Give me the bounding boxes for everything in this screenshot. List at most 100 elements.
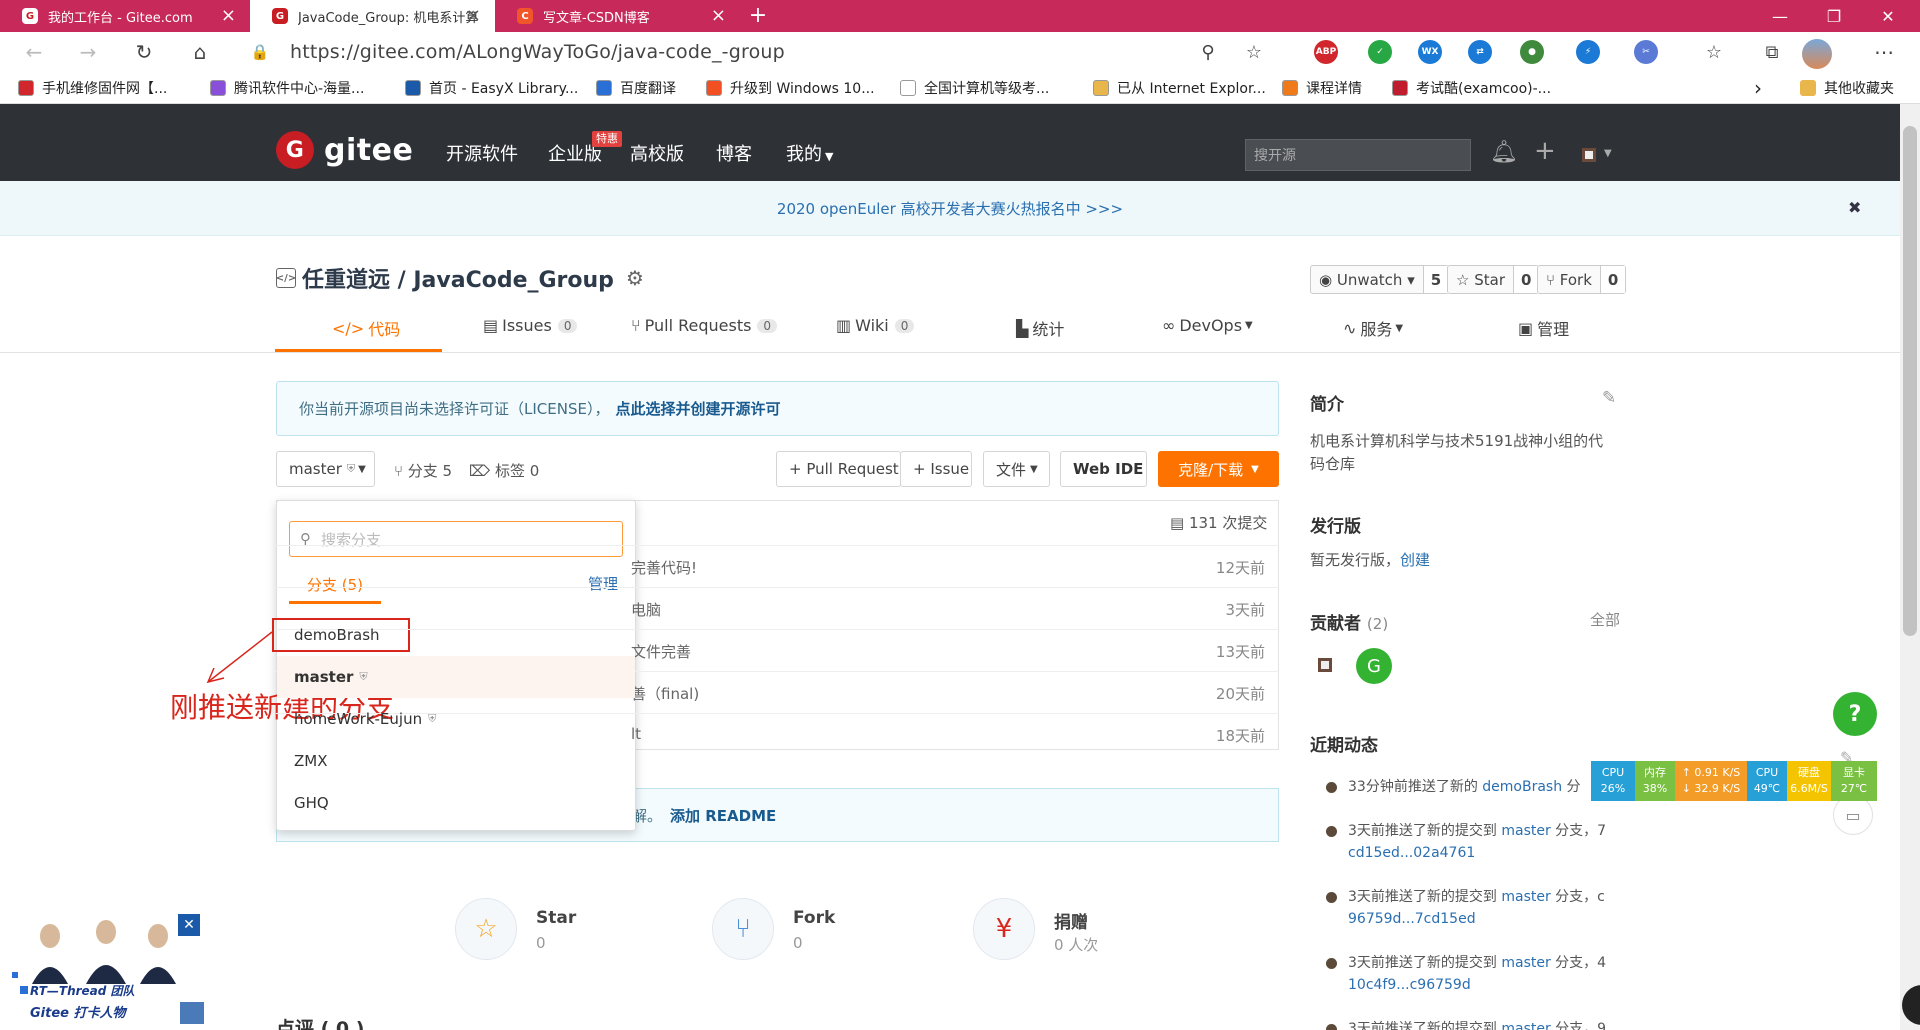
branch-item[interactable]: GHQ — [277, 782, 635, 824]
new-pull-request-button[interactable]: + Pull Request — [776, 451, 901, 487]
license-link[interactable]: 点此选择并创建开源许可 — [615, 398, 780, 419]
nav-blog[interactable]: 博客 — [716, 140, 752, 166]
branches-count-link[interactable]: ⑂ 分支 5 — [394, 460, 452, 481]
url-field[interactable]: https://gitee.com/ALongWayToGo/java-code… — [290, 38, 1330, 66]
tab-devops[interactable]: ∞ DevOps ▼ — [1162, 316, 1253, 335]
tab-close-icon[interactable]: × — [221, 6, 236, 26]
new-tab-button[interactable]: + — [744, 4, 772, 28]
collections-icon[interactable]: ⧉ — [1758, 38, 1786, 66]
extension-icon[interactable]: ABP — [1314, 40, 1338, 64]
tab-manage[interactable]: ▣ 管理 — [1518, 316, 1569, 340]
edit-icon[interactable]: ✎ — [1602, 388, 1616, 408]
bookmark-item[interactable]: 首页 - EasyX Library... — [405, 72, 578, 104]
commit-row[interactable]: 完善代码! 12天前 — [276, 545, 1279, 587]
bookmark-item[interactable]: 百度翻译 — [596, 72, 676, 104]
activity-branch-link[interactable]: master — [1501, 955, 1550, 971]
star-button[interactable]: ☆ Star 0 — [1447, 265, 1540, 294]
tab-code[interactable]: </> 代码 — [332, 316, 400, 340]
help-button[interactable]: ? — [1833, 692, 1877, 736]
branch-item[interactable]: ZMX — [277, 740, 635, 782]
tab-close-icon[interactable]: × — [711, 6, 726, 26]
scrollbar-thumb[interactable] — [1903, 126, 1917, 636]
extension-icon[interactable]: ✓ — [1368, 40, 1392, 64]
create-release-link[interactable]: 创建 — [1400, 551, 1430, 569]
browser-tab-javacode[interactable]: G JavaCode_Group: 机电系计算机科 × — [250, 0, 495, 32]
tab-wiki[interactable]: ▥ Wiki 0 — [836, 316, 915, 335]
web-ide-button[interactable]: Web IDE — [1060, 451, 1147, 487]
video-overlay[interactable]: RT—Thread 团队 Gitee 打卡人物 ✕ — [10, 906, 210, 1024]
bookmark-item[interactable]: 课程详情 — [1282, 72, 1362, 104]
favorites-bar-icon[interactable]: ☆ — [1700, 38, 1728, 66]
tab-issues[interactable]: ▤ Issues 0 — [483, 316, 578, 335]
bookmark-item[interactable]: 腾讯软件中心-海量... — [210, 72, 364, 104]
forward-arrow-icon[interactable]: → — [74, 38, 102, 66]
social-label[interactable]: Star — [536, 908, 576, 928]
other-bookmarks-folder[interactable]: 其他收藏夹 — [1800, 72, 1894, 104]
tab-close-icon[interactable]: × — [466, 6, 481, 26]
branch-select-button[interactable]: master ⛨ ▼ — [276, 451, 375, 487]
commit-count-link[interactable]: ▤ 131 次提交 — [1170, 512, 1267, 533]
caret-down-icon[interactable]: ▼ — [1604, 148, 1612, 159]
chat-icon[interactable]: ▭ — [1833, 795, 1873, 835]
activity-commit-range-link[interactable]: 10c4f9...c96759d — [1348, 977, 1471, 993]
social-star-icon[interactable]: ☆ — [455, 898, 517, 960]
tab-pull-requests[interactable]: ⑂ Pull Requests 0 — [631, 316, 778, 335]
file-menu-button[interactable]: 文件 ▼ — [983, 451, 1050, 487]
activity-branch-link[interactable]: demoBrash — [1482, 779, 1562, 795]
contributor-avatar[interactable]: G — [1356, 648, 1392, 684]
gitee-search-input[interactable]: 搜开源 — [1245, 139, 1471, 171]
gitee-logo[interactable]: G gitee — [276, 131, 413, 169]
zoom-icon[interactable]: ⚲ — [1194, 38, 1222, 66]
tab-stats[interactable]: ▙ 统计 — [1016, 316, 1064, 340]
extension-icon[interactable]: WX — [1418, 40, 1442, 64]
extension-icon[interactable]: ⚡ — [1576, 40, 1600, 64]
lock-icon[interactable]: 🔒 — [246, 38, 274, 66]
social-label[interactable]: 捐赠 — [1054, 908, 1088, 933]
minimize-button[interactable]: — — [1752, 0, 1808, 32]
activity-branch-link[interactable]: master — [1501, 889, 1550, 905]
contributors-all-link[interactable]: 全部 — [1590, 609, 1620, 630]
extension-icon[interactable]: ● — [1520, 40, 1544, 64]
tags-count-link[interactable]: ⌦ 标签 0 — [469, 460, 539, 481]
social-label[interactable]: Fork — [793, 908, 835, 928]
more-menu-icon[interactable]: ⋯ — [1870, 38, 1898, 66]
activity-commit-range-link[interactable]: cd15ed...02a4761 — [1348, 845, 1475, 861]
refresh-icon[interactable]: ↻ — [130, 38, 158, 66]
announcement-banner[interactable]: 2020 openEuler 高校开发者大赛火热报名中 >>> — [0, 181, 1900, 236]
repo-title-text[interactable]: 任重道远 / JavaCode_Group — [302, 262, 614, 294]
branch-item[interactable]: demoBrash — [277, 614, 635, 656]
clone-download-button[interactable]: 克隆/下载 ▼ — [1158, 451, 1279, 487]
browser-tab-csdn[interactable]: C 写文章-CSDN博客 × — [495, 0, 740, 32]
favorite-star-icon[interactable]: ☆ — [1240, 38, 1268, 66]
social-捐赠-icon[interactable]: ¥ — [973, 898, 1035, 960]
add-readme-link[interactable]: 添加 README — [670, 805, 776, 826]
social-fork-icon[interactable]: ⑂ — [712, 898, 774, 960]
bookmark-item[interactable]: 考试酷(examcoo)-... — [1392, 72, 1551, 104]
nav-open-source[interactable]: 开源软件 — [446, 140, 518, 166]
activity-branch-link[interactable]: master — [1501, 1021, 1550, 1030]
bell-icon[interactable]: 🔔︎ — [1490, 140, 1518, 165]
unwatch-button[interactable]: ◉ Unwatch ▾ 5 — [1310, 265, 1450, 294]
nav-campus[interactable]: 高校版 — [630, 140, 684, 166]
activity-branch-link[interactable]: master — [1501, 823, 1550, 839]
back-arrow-icon[interactable]: ← — [20, 38, 48, 66]
restore-button[interactable]: ❐ — [1806, 0, 1862, 32]
activity-commit-range-link[interactable]: 96759d...7cd15ed — [1348, 911, 1476, 927]
bookmark-item[interactable]: 手机维修固件网【... — [18, 72, 167, 104]
user-avatar[interactable] — [1582, 148, 1596, 162]
fork-button[interactable]: ⑂ Fork 0 — [1537, 265, 1627, 294]
branch-item[interactable]: homeWork-Eujun ⛨ — [277, 698, 635, 740]
plus-icon[interactable]: + — [1534, 136, 1556, 166]
bookmark-item[interactable]: 升级到 Windows 10... — [706, 72, 875, 104]
branch-item[interactable]: master ⛨ — [277, 656, 635, 698]
browser-tab-workbench[interactable]: G 我的工作台 - Gitee.com × — [0, 0, 250, 32]
banner-close-icon[interactable]: ✖ — [1848, 198, 1861, 217]
extension-icon[interactable]: ✂ — [1634, 40, 1658, 64]
contributor-avatar[interactable] — [1318, 658, 1332, 672]
home-icon[interactable]: ⌂ — [186, 38, 214, 66]
bookmark-item[interactable]: 全国计算机等级考... — [900, 72, 1049, 104]
bookmarks-more-icon[interactable]: › — [1754, 72, 1762, 104]
tab-services[interactable]: ∿ 服务 ▼ — [1343, 316, 1403, 340]
extension-icon[interactable]: ⇄ — [1468, 40, 1492, 64]
overlay-close-icon[interactable]: ✕ — [178, 914, 200, 936]
